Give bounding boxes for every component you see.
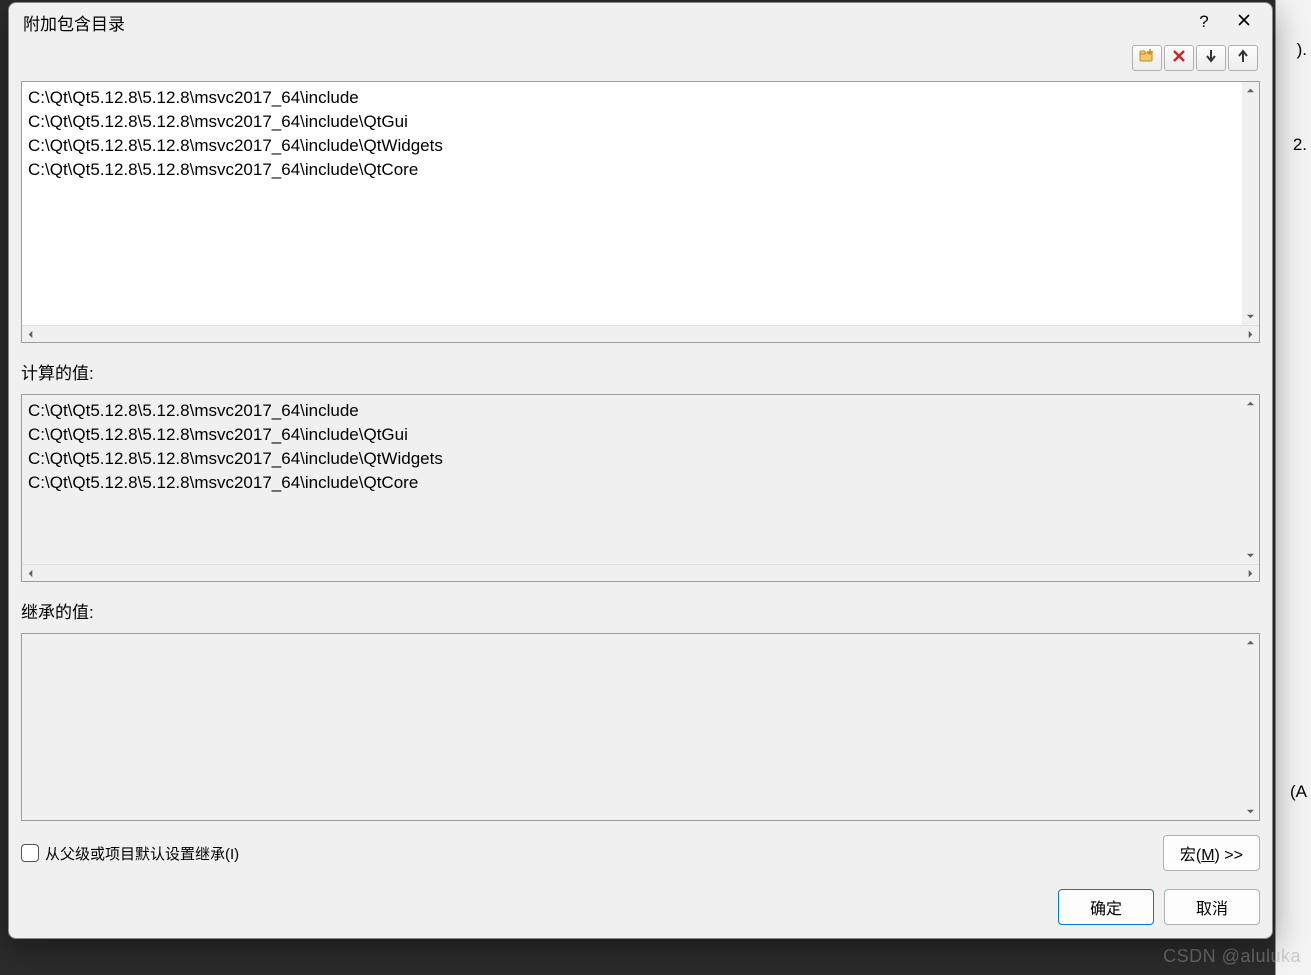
path-item[interactable]: C:\Qt\Qt5.12.8\5.12.8\msvc2017_64\includ… bbox=[28, 110, 1253, 134]
calculated-values-label: 计算的值: bbox=[21, 359, 1260, 384]
scroll-up-icon[interactable] bbox=[1242, 395, 1259, 412]
cancel-button[interactable]: 取消 bbox=[1164, 889, 1260, 925]
close-button[interactable] bbox=[1224, 7, 1264, 37]
macros-button[interactable]: 宏(M) >> bbox=[1163, 835, 1260, 871]
dialog-content: C:\Qt\Qt5.12.8\5.12.8\msvc2017_64\includ… bbox=[9, 41, 1272, 938]
scroll-down-icon[interactable] bbox=[1242, 547, 1259, 564]
inherit-checkbox-label: 从父级或项目默认设置继承(I) bbox=[45, 843, 239, 864]
background-panel: ). 2. (A bbox=[1275, 0, 1311, 975]
arrow-up-icon bbox=[1235, 48, 1251, 68]
arrow-down-icon bbox=[1203, 48, 1219, 68]
footer-row: 从父级或项目默认设置继承(I) 宏(M) >> bbox=[21, 831, 1260, 871]
dialog-title: 附加包含目录 bbox=[23, 10, 1184, 35]
scroll-up-icon[interactable] bbox=[1242, 82, 1259, 99]
calculated-item: C:\Qt\Qt5.12.8\5.12.8\msvc2017_64\includ… bbox=[28, 399, 1253, 423]
calculated-values-list: C:\Qt\Qt5.12.8\5.12.8\msvc2017_64\includ… bbox=[21, 394, 1260, 582]
scroll-up-icon[interactable] bbox=[1242, 634, 1259, 651]
inherited-values-list bbox=[21, 633, 1260, 821]
ok-button[interactable]: 确定 bbox=[1058, 889, 1154, 925]
scroll-right-icon[interactable] bbox=[1242, 565, 1259, 582]
horizontal-scrollbar[interactable] bbox=[22, 325, 1259, 342]
scroll-down-icon[interactable] bbox=[1242, 803, 1259, 820]
move-down-button[interactable] bbox=[1196, 45, 1226, 71]
calculated-item: C:\Qt\Qt5.12.8\5.12.8\msvc2017_64\includ… bbox=[28, 471, 1253, 495]
new-line-button[interactable] bbox=[1132, 45, 1162, 71]
path-item[interactable]: C:\Qt\Qt5.12.8\5.12.8\msvc2017_64\includ… bbox=[28, 158, 1253, 182]
delete-line-button[interactable] bbox=[1164, 45, 1194, 71]
bg-snippet: (A bbox=[1290, 782, 1307, 802]
dialog-additional-include-directories: 附加包含目录 ? bbox=[8, 2, 1273, 939]
dialog-actions: 确定 取消 bbox=[21, 881, 1260, 925]
path-item[interactable]: C:\Qt\Qt5.12.8\5.12.8\msvc2017_64\includ… bbox=[28, 86, 1253, 110]
scroll-right-icon[interactable] bbox=[1242, 326, 1259, 343]
path-item[interactable]: C:\Qt\Qt5.12.8\5.12.8\msvc2017_64\includ… bbox=[28, 134, 1253, 158]
cancel-button-label: 取消 bbox=[1196, 895, 1228, 919]
move-up-button[interactable] bbox=[1228, 45, 1258, 71]
ok-button-label: 确定 bbox=[1090, 895, 1122, 919]
watermark: CSDN @aluluka bbox=[1163, 946, 1301, 967]
inherited-values-label: 继承的值: bbox=[21, 598, 1260, 623]
calculated-item: C:\Qt\Qt5.12.8\5.12.8\msvc2017_64\includ… bbox=[28, 423, 1253, 447]
scroll-down-icon[interactable] bbox=[1242, 308, 1259, 325]
delete-icon bbox=[1171, 48, 1187, 68]
close-icon bbox=[1237, 12, 1251, 32]
horizontal-scrollbar[interactable] bbox=[22, 564, 1259, 581]
calculated-item: C:\Qt\Qt5.12.8\5.12.8\msvc2017_64\includ… bbox=[28, 447, 1253, 471]
bg-snippet: 2. bbox=[1293, 135, 1307, 155]
vertical-scrollbar[interactable] bbox=[1242, 395, 1259, 564]
help-button[interactable]: ? bbox=[1184, 7, 1224, 37]
list-toolbar bbox=[21, 41, 1260, 71]
macros-button-label: 宏(M) >> bbox=[1180, 841, 1243, 865]
inherited-values-body bbox=[22, 634, 1259, 820]
inherit-checkbox-row[interactable]: 从父级或项目默认设置继承(I) bbox=[21, 843, 239, 864]
bg-snippet: ). bbox=[1297, 40, 1307, 60]
help-icon: ? bbox=[1199, 12, 1208, 32]
scroll-left-icon[interactable] bbox=[22, 565, 39, 582]
vertical-scrollbar[interactable] bbox=[1242, 82, 1259, 325]
edit-paths-list[interactable]: C:\Qt\Qt5.12.8\5.12.8\msvc2017_64\includ… bbox=[21, 81, 1260, 343]
titlebar[interactable]: 附加包含目录 ? bbox=[9, 3, 1272, 41]
new-folder-icon bbox=[1139, 48, 1155, 68]
vertical-scrollbar[interactable] bbox=[1242, 634, 1259, 820]
scroll-left-icon[interactable] bbox=[22, 326, 39, 343]
calculated-values-body: C:\Qt\Qt5.12.8\5.12.8\msvc2017_64\includ… bbox=[22, 395, 1259, 564]
inherit-checkbox[interactable] bbox=[21, 844, 39, 862]
edit-paths-body[interactable]: C:\Qt\Qt5.12.8\5.12.8\msvc2017_64\includ… bbox=[22, 82, 1259, 325]
